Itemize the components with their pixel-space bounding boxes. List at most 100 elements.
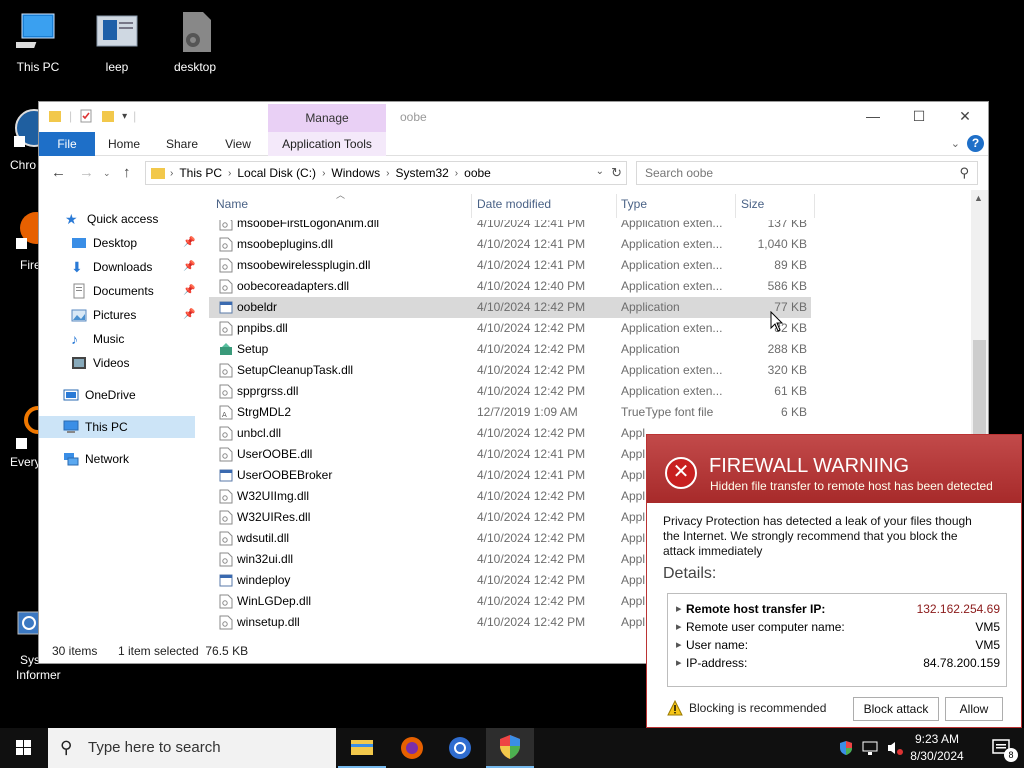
file-row[interactable]: msoobeFirstLogonAnim.dll 4/10/2024 12:41 …	[209, 220, 811, 234]
help-icon[interactable]: ?	[967, 135, 984, 152]
column-divider[interactable]	[471, 194, 472, 218]
file-row[interactable]: SetupCleanupTask.dll 4/10/2024 12:42 PM Ap…	[209, 360, 811, 381]
file-row[interactable]: pnpibs.dll 4/10/2024 12:42 PM Application …	[209, 318, 811, 339]
refresh-icon[interactable]: ↻	[611, 165, 622, 181]
customize-qat-icon[interactable]: ▾	[122, 111, 127, 122]
everything-shortcut-icon[interactable]	[16, 406, 52, 452]
firewall-header: ✕ FIREWALL WARNING Hidden file transfer …	[647, 435, 1021, 503]
column-divider[interactable]	[814, 194, 815, 218]
taskbar-security-app[interactable]	[486, 728, 534, 768]
pin-icon[interactable]: 📌	[183, 232, 195, 254]
detail-row[interactable]: User name: VM5	[676, 638, 1000, 656]
breadcrumb-local-disk[interactable]: Local Disk (C:)	[237, 166, 316, 180]
breadcrumb-system32[interactable]: System32	[395, 166, 448, 180]
notification-center-button[interactable]: 8	[990, 736, 1018, 762]
nav-videos[interactable]: Videos	[71, 352, 129, 374]
nav-pictures[interactable]: Pictures 📌	[71, 304, 201, 326]
breadcrumb-this-pc[interactable]: This PC	[179, 166, 222, 180]
tab-application-tools[interactable]: Application Tools	[268, 132, 386, 156]
chrome-shortcut-icon[interactable]	[14, 108, 53, 148]
firefox-shortcut-icon[interactable]	[16, 210, 52, 250]
column-divider[interactable]	[616, 194, 617, 218]
nav-desktop[interactable]: Desktop 📌	[71, 232, 201, 254]
minimize-button[interactable]: —	[850, 102, 896, 130]
file-row[interactable]: msoobewirelessplugin.dll 4/10/2024 12:41 …	[209, 255, 811, 276]
desktop-icon-this-pc[interactable]: This PC	[0, 10, 76, 74]
tab-home[interactable]: Home	[101, 132, 147, 156]
application-icon	[219, 574, 233, 587]
nav-downloads[interactable]: ⬇ Downloads 📌	[71, 256, 201, 278]
dll-file-icon	[219, 531, 233, 546]
detail-row[interactable]: Remote user computer name: VM5	[676, 620, 1000, 638]
nav-quick-access[interactable]: ★ Quick access	[65, 208, 158, 230]
scroll-up-icon[interactable]: ▲	[974, 193, 983, 203]
taskbar-search-input[interactable]: ⚲ Type here to search	[48, 728, 336, 768]
up-arrow-icon[interactable]: ↑	[123, 164, 131, 181]
file-row[interactable]: oobeldr 4/10/2024 12:42 PM Application 77 K…	[209, 297, 811, 318]
forward-arrow-icon[interactable]: →	[79, 164, 94, 181]
nav-label: This PC	[85, 420, 128, 434]
firewall-footer: Blocking is recommended Block attack All…	[647, 697, 1021, 725]
manage-contextual-tab[interactable]: Manage	[268, 104, 386, 132]
file-row[interactable]: oobecoreadapters.dll 4/10/2024 12:40 PM Ap…	[209, 276, 811, 297]
taskbar-file-explorer[interactable]	[338, 728, 386, 768]
column-header-size[interactable]: Size	[741, 194, 764, 214]
file-row[interactable]: Setup 4/10/2024 12:42 PM Application 288 KB	[209, 339, 811, 360]
file-name: W32UIImg.dll	[237, 489, 310, 503]
taskbar-firefox[interactable]	[388, 728, 436, 768]
new-folder-icon[interactable]	[100, 108, 116, 124]
detail-row[interactable]: Remote host transfer IP: 132.162.254.69	[676, 602, 1000, 620]
taskbar-chrome[interactable]	[436, 728, 484, 768]
file-type: Appl	[621, 489, 646, 503]
file-size: 137 KB	[767, 220, 807, 230]
breadcrumb-oobe[interactable]: oobe	[464, 166, 491, 180]
column-header-date[interactable]: Date modified	[477, 194, 551, 214]
desktop-icon-desktop[interactable]: desktop	[157, 10, 233, 74]
pin-icon[interactable]: 📌	[183, 256, 195, 278]
detail-row[interactable]: IP-address: 84.78.200.159	[676, 656, 1000, 674]
breadcrumb-windows[interactable]: Windows	[331, 166, 380, 180]
recent-locations-icon[interactable]: ⌄	[103, 168, 111, 179]
tab-file[interactable]: File	[39, 132, 95, 156]
file-row[interactable]: A StrgMDL2 12/7/2019 1:09 AM TrueType font …	[209, 402, 811, 423]
nav-network[interactable]: Network	[63, 448, 129, 470]
column-header-type[interactable]: Type	[621, 194, 647, 214]
allow-button[interactable]: Allow	[945, 697, 1003, 721]
pin-icon[interactable]: 📌	[183, 304, 195, 326]
block-attack-button[interactable]: Block attack	[853, 697, 939, 721]
nav-music[interactable]: ♪ Music	[71, 328, 124, 350]
desktop-icon-leep[interactable]: leep	[79, 10, 155, 74]
start-button[interactable]	[0, 728, 48, 768]
search-input[interactable]: Search oobe ⚲	[636, 161, 978, 185]
file-date: 4/10/2024 12:42 PM	[477, 426, 586, 440]
nav-documents[interactable]: Documents 📌	[71, 280, 201, 302]
network-tray-icon[interactable]	[862, 740, 880, 756]
nav-label: Network	[85, 452, 130, 466]
pin-icon[interactable]: 📌	[183, 280, 195, 302]
folder-icon[interactable]	[47, 108, 63, 124]
system-informer-shortcut-icon[interactable]	[16, 610, 41, 654]
address-dropdown-icon[interactable]: ⌄	[596, 166, 604, 177]
maximize-button[interactable]: ☐	[896, 102, 942, 130]
system-clock[interactable]: 9:23 AM 8/30/2024	[902, 731, 972, 765]
tab-view[interactable]: View	[215, 132, 261, 156]
nav-onedrive[interactable]: OneDrive	[63, 384, 136, 406]
file-row[interactable]: msoobeplugins.dll 4/10/2024 12:41 PM Appli…	[209, 234, 811, 255]
window-title: oobe	[400, 110, 427, 124]
close-button[interactable]: ✕	[942, 102, 988, 130]
nav-this-pc[interactable]: This PC	[39, 416, 195, 438]
mouse-cursor-icon	[770, 311, 784, 332]
column-header-name[interactable]: Name	[216, 194, 248, 214]
dll-file-icon	[219, 220, 233, 231]
file-row[interactable]: spprgrss.dll 4/10/2024 12:42 PM Applicatio…	[209, 381, 811, 402]
chevron-down-icon[interactable]: ⌄	[951, 137, 960, 150]
shield-tray-icon[interactable]	[838, 740, 854, 756]
address-bar[interactable]: › This PC › Local Disk (C:) › Windows › …	[145, 161, 627, 185]
file-name: StrgMDL2	[237, 405, 292, 419]
file-date: 4/10/2024 12:41 PM	[477, 220, 586, 230]
properties-icon[interactable]	[78, 108, 94, 124]
back-arrow-icon[interactable]: ←	[51, 164, 66, 181]
tab-share[interactable]: Share	[159, 132, 205, 156]
column-divider[interactable]	[735, 194, 736, 218]
firefox-icon	[401, 737, 423, 759]
